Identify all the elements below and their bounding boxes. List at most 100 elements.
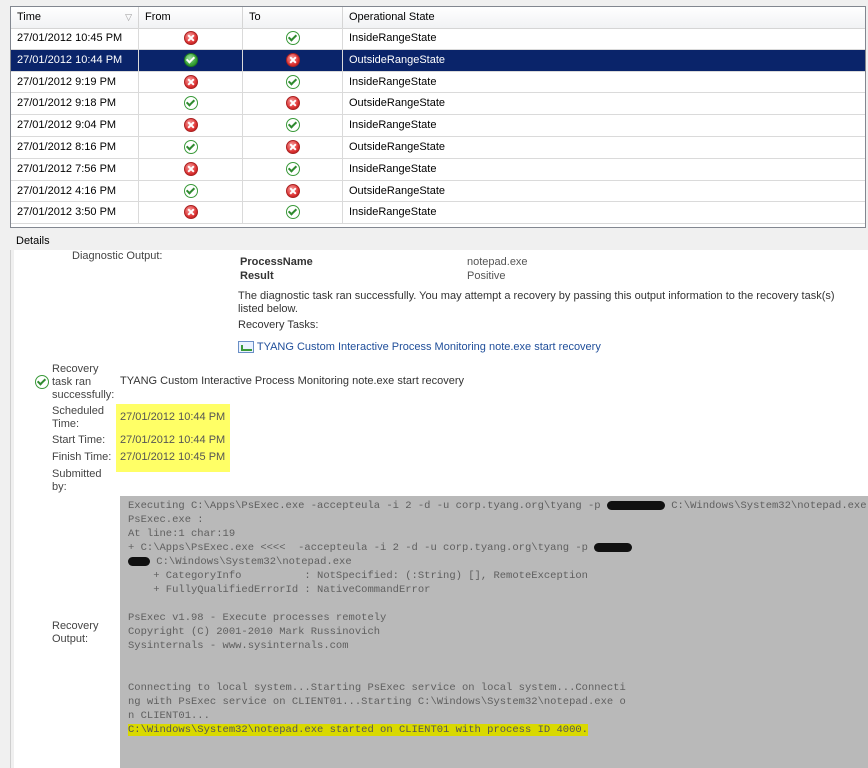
console-line: ng with PsExec service on CLIENT01...Sta… [128,696,626,708]
table-row[interactable]: 27/01/2012 4:16 PM OutsideRangeState [11,180,865,203]
cell-operational-state: InsideRangeState [349,162,437,175]
console-line: PsExec v1.98 - Execute processes remotel… [128,612,387,624]
cell-time: 27/01/2012 4:16 PM [11,180,139,202]
success-check-icon [35,375,49,389]
cell-from [139,115,243,137]
console-line: Executing C:\Apps\PsExec.exe -accepteula… [128,499,867,513]
cell-time: 27/01/2012 10:45 PM [11,28,139,49]
column-header-time[interactable]: Time ▽ [11,7,139,28]
process-name-value: notepad.exe [467,256,528,268]
critical-state-icon [183,205,198,220]
cell-operational-state: InsideRangeState [349,32,437,44]
cell-time: 27/01/2012 3:50 PM [11,202,139,224]
start-time-value: 27/01/2012 10:44 PM [120,434,226,446]
cell-to [243,115,343,137]
scheduled-time-value: 27/01/2012 10:44 PM [120,411,226,423]
grid-header: Time ▽ From To Operational State [11,7,865,29]
console-line-highlighted: C:\Windows\System32\notepad.exe started … [128,723,588,737]
cell-operational-state: InsideRangeState [349,206,437,219]
recovery-task-link-text[interactable]: TYANG Custom Interactive Process Monitor… [257,341,601,353]
redacted-password [594,542,633,552]
column-header-to[interactable]: To [243,7,343,28]
cell-to [243,180,343,202]
cell-time: 27/01/2012 7:56 PM [11,158,139,180]
console-line-text: Executing C:\Apps\PsExec.exe -accepteula… [128,500,607,512]
diagnostic-message: The diagnostic task ran successfully. Yo… [238,290,835,315]
cell-time: 27/01/2012 9:04 PM [11,115,139,137]
redacted-password [128,556,150,566]
table-row[interactable]: 27/01/2012 9:18 PM OutsideRangeState [11,93,865,116]
cell-time: 27/01/2012 9:19 PM [11,71,139,93]
console-line: Copyright (C) 2001-2010 Mark Russinovich [128,626,381,638]
console-line: + C:\Apps\PsExec.exe <<<< -accepteula -i… [128,541,633,555]
result-key: Result [240,270,274,282]
critical-state-icon [183,31,198,46]
healthy-state-icon [183,96,198,111]
table-row[interactable]: 27/01/2012 8:16 PM OutsideRangeState [11,136,865,159]
table-row[interactable]: 27/01/2012 7:56 PM InsideRangeState [11,158,865,181]
table-row[interactable]: 27/01/2012 9:19 PM InsideRangeState [11,71,865,94]
recovery-status-label: Recovery task ran successfully: [52,363,115,401]
console-line: C:\Windows\System32\notepad.exe [128,555,352,569]
column-to-label: To [249,11,261,23]
healthy-state-icon [183,183,198,198]
console-line: PsExec.exe : [128,514,204,526]
cell-to [243,28,343,49]
healthy-state-icon [183,140,198,155]
critical-state-icon [285,96,300,111]
healthy-state-icon [285,74,300,89]
console-line: At line:1 char:19 [128,528,236,540]
console-line: Connecting to local system...Starting Ps… [128,682,626,694]
cell-to [243,202,343,224]
table-row[interactable]: 27/01/2012 10:44 PM OutsideRangeState [11,49,865,72]
console-highlight-text: C:\Windows\System32\notepad.exe started … [128,724,588,736]
table-row[interactable]: 27/01/2012 9:04 PM InsideRangeState [11,115,865,137]
table-row[interactable]: 27/01/2012 10:45 PM InsideRangeState [11,28,865,50]
sort-descending-icon: ▽ [125,12,132,22]
table-row[interactable]: 27/01/2012 3:50 PM InsideRangeState [11,202,865,225]
console-line-text: C:\Windows\System32\notepad.exe [150,556,352,568]
cell-to [243,71,343,93]
cell-from [139,202,243,224]
recovery-status-value: TYANG Custom Interactive Process Monitor… [120,375,464,387]
healthy-state-icon [285,31,300,46]
cell-time: 27/01/2012 8:16 PM [11,136,139,158]
cell-to [243,136,343,158]
console-line: Sysinternals - www.sysinternals.com [128,640,349,652]
healthy-state-icon [285,205,300,220]
cell-from [139,180,243,202]
grid-rows: 27/01/2012 10:45 PM InsideRangeState 27/01… [11,28,865,225]
recovery-output-console[interactable]: Executing C:\Apps\PsExec.exe -accepteula… [120,496,868,768]
console-line-text: + C:\Apps\PsExec.exe <<<< -accepteula -i… [128,542,595,554]
console-line: n CLIENT01... [128,710,210,722]
recovery-task-icon [238,341,254,354]
cell-to [243,93,343,115]
column-header-from[interactable]: From [139,7,243,28]
diagnostic-output-label: Diagnostic Output: [72,250,163,262]
redacted-password [606,500,665,510]
finish-time-value: 27/01/2012 10:45 PM [120,451,226,463]
cell-from [139,71,243,93]
column-from-label: From [145,11,171,23]
critical-state-icon [285,140,300,155]
healthy-state-icon [285,118,300,133]
healthy-state-icon [285,161,300,176]
recovery-task-link[interactable]: TYANG Custom Interactive Process Monitor… [238,341,601,354]
cell-time: 27/01/2012 9:18 PM [11,93,139,115]
process-name-key: ProcessName [240,256,313,268]
result-value: Positive [467,270,506,282]
cell-operational-state: OutsideRangeState [349,53,446,66]
console-line: + FullyQualifiedErrorId : NativeCommandE… [128,584,431,596]
submitted-by-label: Submitted by: [52,468,102,493]
cell-operational-state: InsideRangeState [349,75,437,88]
critical-state-icon [285,183,300,198]
cell-from [139,93,243,115]
cell-to [243,49,343,71]
column-time-label: Time [17,11,42,23]
column-header-operational-state[interactable]: Operational State [343,7,865,28]
cell-from [139,28,243,49]
cell-time: 27/01/2012 10:44 PM [11,49,139,71]
recovery-tasks-label: Recovery Tasks: [238,319,319,331]
cell-operational-state: OutsideRangeState [349,97,446,110]
console-line: + CategoryInfo : NotSpecified: (:String)… [128,570,588,582]
